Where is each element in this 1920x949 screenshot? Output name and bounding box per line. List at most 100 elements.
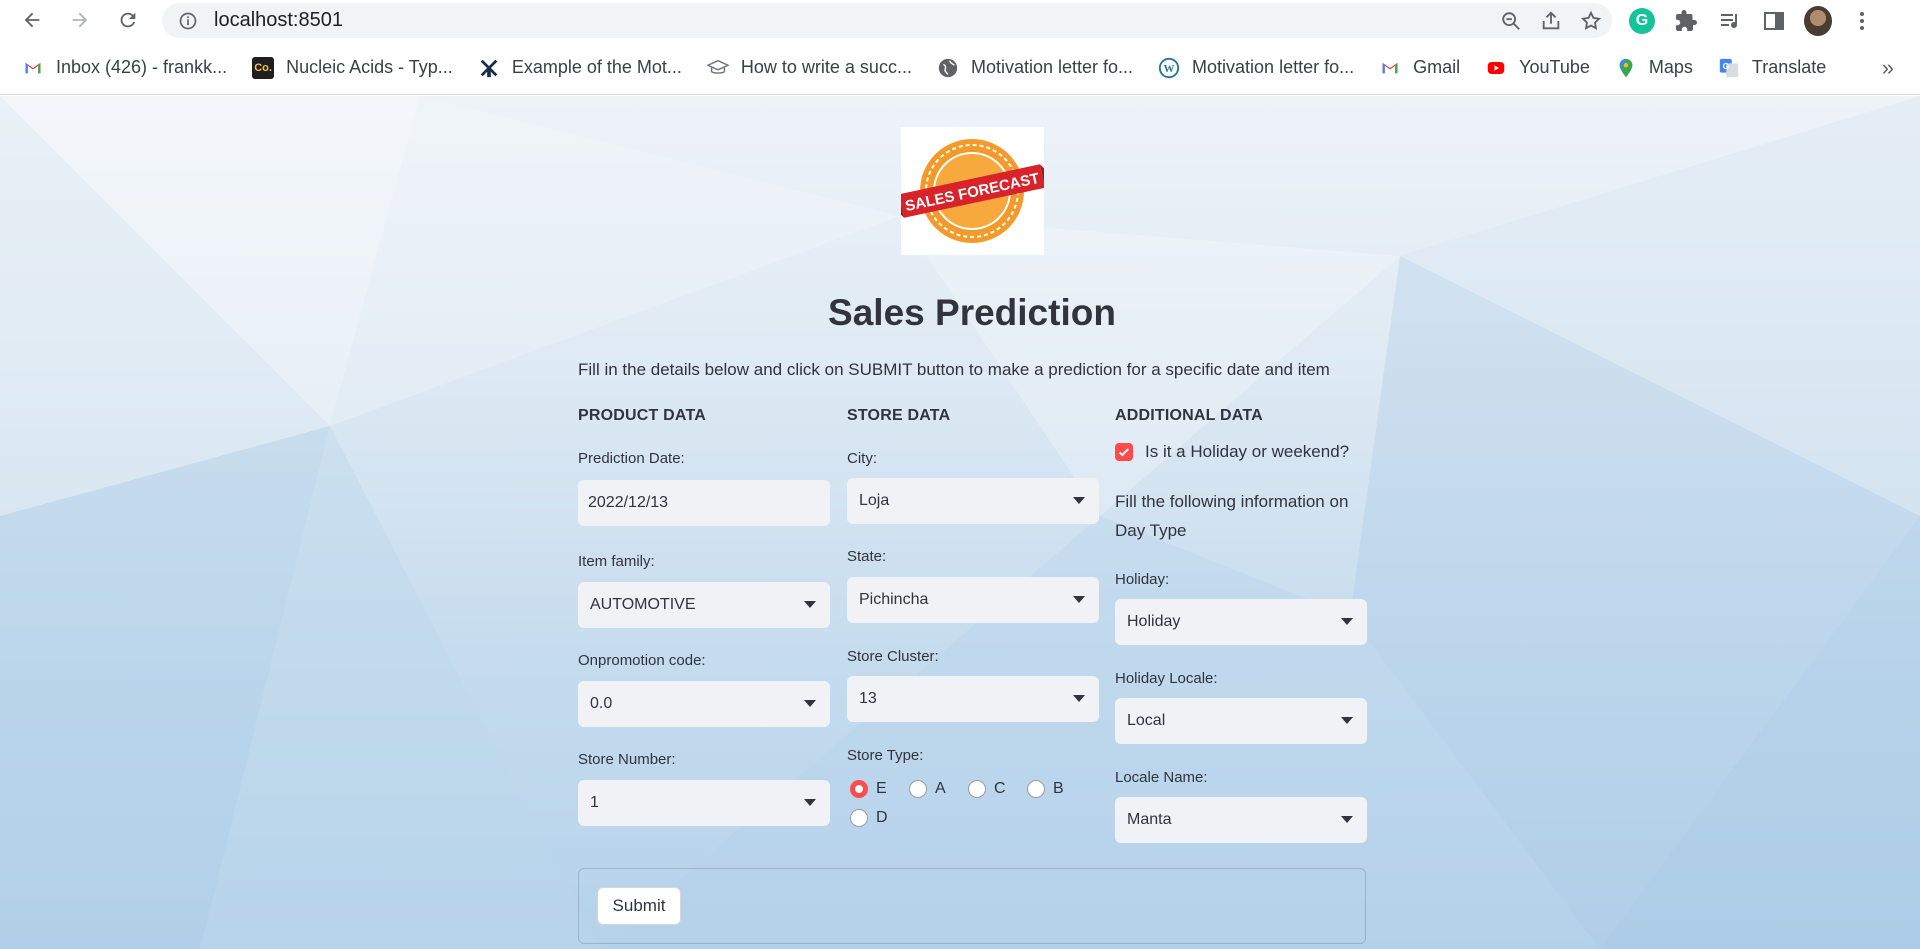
side-panel-icon[interactable]	[1760, 7, 1788, 35]
item-family-select[interactable]: AUTOMOTIVE	[578, 582, 830, 628]
media-control-icon[interactable]	[1716, 7, 1744, 35]
additional-data-column: ADDITIONAL DATA Is it a Holiday or weeke…	[1115, 407, 1367, 843]
locale-name-label: Locale Name:	[1115, 769, 1208, 786]
holiday-select[interactable]: Holiday	[1115, 599, 1367, 645]
state-value: Pichincha	[859, 591, 929, 608]
browser-menu-icon[interactable]	[1848, 7, 1876, 35]
url-text[interactable]: localhost:8501	[214, 9, 343, 32]
bookmark-label: Motivation letter fo...	[1192, 57, 1355, 77]
prediction-date-label: Prediction Date:	[578, 450, 685, 467]
gmail-icon	[22, 57, 44, 79]
store-cluster-value: 13	[859, 690, 877, 707]
radio-unselected-icon	[850, 809, 868, 827]
bookmark-label: How to write a succ...	[740, 57, 912, 77]
translate-icon: G	[1718, 57, 1740, 79]
item-family-label: Item family:	[578, 553, 655, 570]
chevron-down-icon	[1341, 816, 1353, 823]
grammarly-extension-icon[interactable]: G	[1628, 7, 1656, 35]
bookmark-label: Maps	[1648, 57, 1693, 77]
forward-button[interactable]	[60, 0, 100, 40]
store-cluster-label: Store Cluster:	[847, 648, 939, 665]
holiday-locale-select[interactable]: Local	[1115, 698, 1367, 744]
bookmark-item[interactable]: Gmail	[1379, 57, 1460, 79]
bookmark-star-icon[interactable]	[1580, 10, 1602, 32]
bookmarks-bar: Inbox (426) - frankk... Co. Nucleic Acid…	[0, 41, 1920, 95]
radio-unselected-icon	[909, 780, 927, 798]
holiday-label: Holiday:	[1115, 571, 1170, 588]
chevron-down-icon	[1073, 695, 1085, 702]
chevron-down-icon	[804, 601, 816, 608]
page-title: Sales Prediction	[828, 292, 1116, 333]
profile-avatar[interactable]	[1804, 5, 1832, 36]
locale-name-select[interactable]: Manta	[1115, 797, 1367, 843]
additional-data-heading: ADDITIONAL DATA	[1115, 407, 1263, 424]
zoom-icon[interactable]	[1500, 10, 1522, 32]
bookmark-item[interactable]: How to write a succ...	[706, 57, 912, 79]
sales-forecast-logo: SALES FORECAST	[901, 127, 1044, 255]
checkmark-icon	[1115, 443, 1133, 461]
svg-text:W: W	[1164, 63, 1175, 75]
reload-button[interactable]	[108, 0, 148, 40]
back-button[interactable]	[12, 0, 52, 40]
store-type-option-c[interactable]: C	[968, 780, 1006, 798]
app-page: SALES FORECAST Sales Prediction Fill in …	[0, 96, 1920, 949]
youtube-icon	[1485, 57, 1507, 79]
submit-button[interactable]: Submit	[597, 887, 681, 925]
bookmark-label: Example of the Mot...	[511, 57, 682, 77]
radio-label: A	[935, 780, 946, 797]
chevron-down-icon	[1073, 596, 1085, 603]
store-cluster-select[interactable]: 13	[847, 676, 1099, 722]
site-info-icon[interactable]	[178, 11, 198, 31]
radio-label: C	[994, 780, 1006, 797]
chevron-down-icon	[1073, 497, 1085, 504]
more-bookmarks-icon[interactable]: »	[1882, 55, 1894, 81]
holiday-locale-value: Local	[1127, 712, 1166, 729]
form-submit-container: Submit	[578, 868, 1366, 944]
bookmark-item[interactable]: W Motivation letter fo...	[1158, 57, 1354, 79]
bookmark-item[interactable]: Example of the Mot...	[478, 57, 682, 79]
product-data-column: PRODUCT DATA Prediction Date: 2022/12/13…	[578, 407, 830, 826]
store-type-option-d[interactable]: D	[850, 809, 888, 827]
locale-name-value: Manta	[1127, 811, 1172, 828]
graduation-cap-icon	[706, 57, 729, 79]
store-data-column: STORE DATA City: Loja State: Pichincha S…	[847, 407, 1099, 827]
holiday-value: Holiday	[1127, 613, 1181, 630]
svg-text:G: G	[1722, 61, 1728, 70]
day-type-info-text: Fill the following information on Day Ty…	[1115, 492, 1349, 540]
share-icon[interactable]	[1540, 10, 1562, 32]
store-data-heading: STORE DATA	[847, 407, 951, 424]
prediction-date-value: 2022/12/13	[588, 494, 669, 511]
wordpress-icon: W	[1158, 57, 1180, 79]
bookmark-item[interactable]: YouTube	[1485, 57, 1590, 79]
onpromotion-select[interactable]: 0.0	[578, 681, 830, 727]
city-value: Loja	[859, 492, 890, 509]
back-arrow-icon	[24, 12, 40, 28]
address-bar[interactable]: localhost:8501	[162, 3, 1612, 38]
radio-selected-icon	[850, 780, 868, 798]
store-type-option-a[interactable]: A	[909, 780, 946, 798]
bookmark-item[interactable]: Co. Nucleic Acids - Typ...	[252, 56, 453, 79]
bookmark-item[interactable]: Maps	[1615, 57, 1693, 79]
bookmark-item[interactable]: Inbox (426) - frankk...	[22, 57, 227, 79]
prediction-date-input[interactable]: 2022/12/13	[578, 480, 830, 526]
onpromotion-label: Onpromotion code:	[578, 652, 706, 669]
store-type-option-e[interactable]: E	[850, 780, 887, 798]
bookmark-item[interactable]: Motivation letter fo...	[937, 57, 1133, 79]
extensions-puzzle-icon[interactable]	[1672, 7, 1700, 35]
chevron-down-icon	[1341, 717, 1353, 724]
state-label: State:	[847, 548, 887, 565]
state-select[interactable]: Pichincha	[847, 577, 1099, 623]
browser-toolbar: localhost:8501 G	[0, 0, 1920, 41]
holiday-checkbox[interactable]: Is it a Holiday or weekend?	[1115, 442, 1349, 462]
city-select[interactable]: Loja	[847, 478, 1099, 524]
store-number-select[interactable]: 1	[578, 780, 830, 826]
course-icon: Co.	[252, 56, 275, 79]
radio-unselected-icon	[1027, 780, 1045, 798]
radio-label: B	[1053, 780, 1064, 797]
reload-icon	[120, 12, 136, 28]
bookmark-label: Inbox (426) - frankk...	[56, 57, 228, 77]
gmail-icon	[1379, 57, 1401, 79]
store-type-option-b[interactable]: B	[1027, 780, 1064, 798]
bookmark-item[interactable]: G Translate	[1718, 57, 1826, 79]
bookmark-label: YouTube	[1519, 57, 1590, 77]
